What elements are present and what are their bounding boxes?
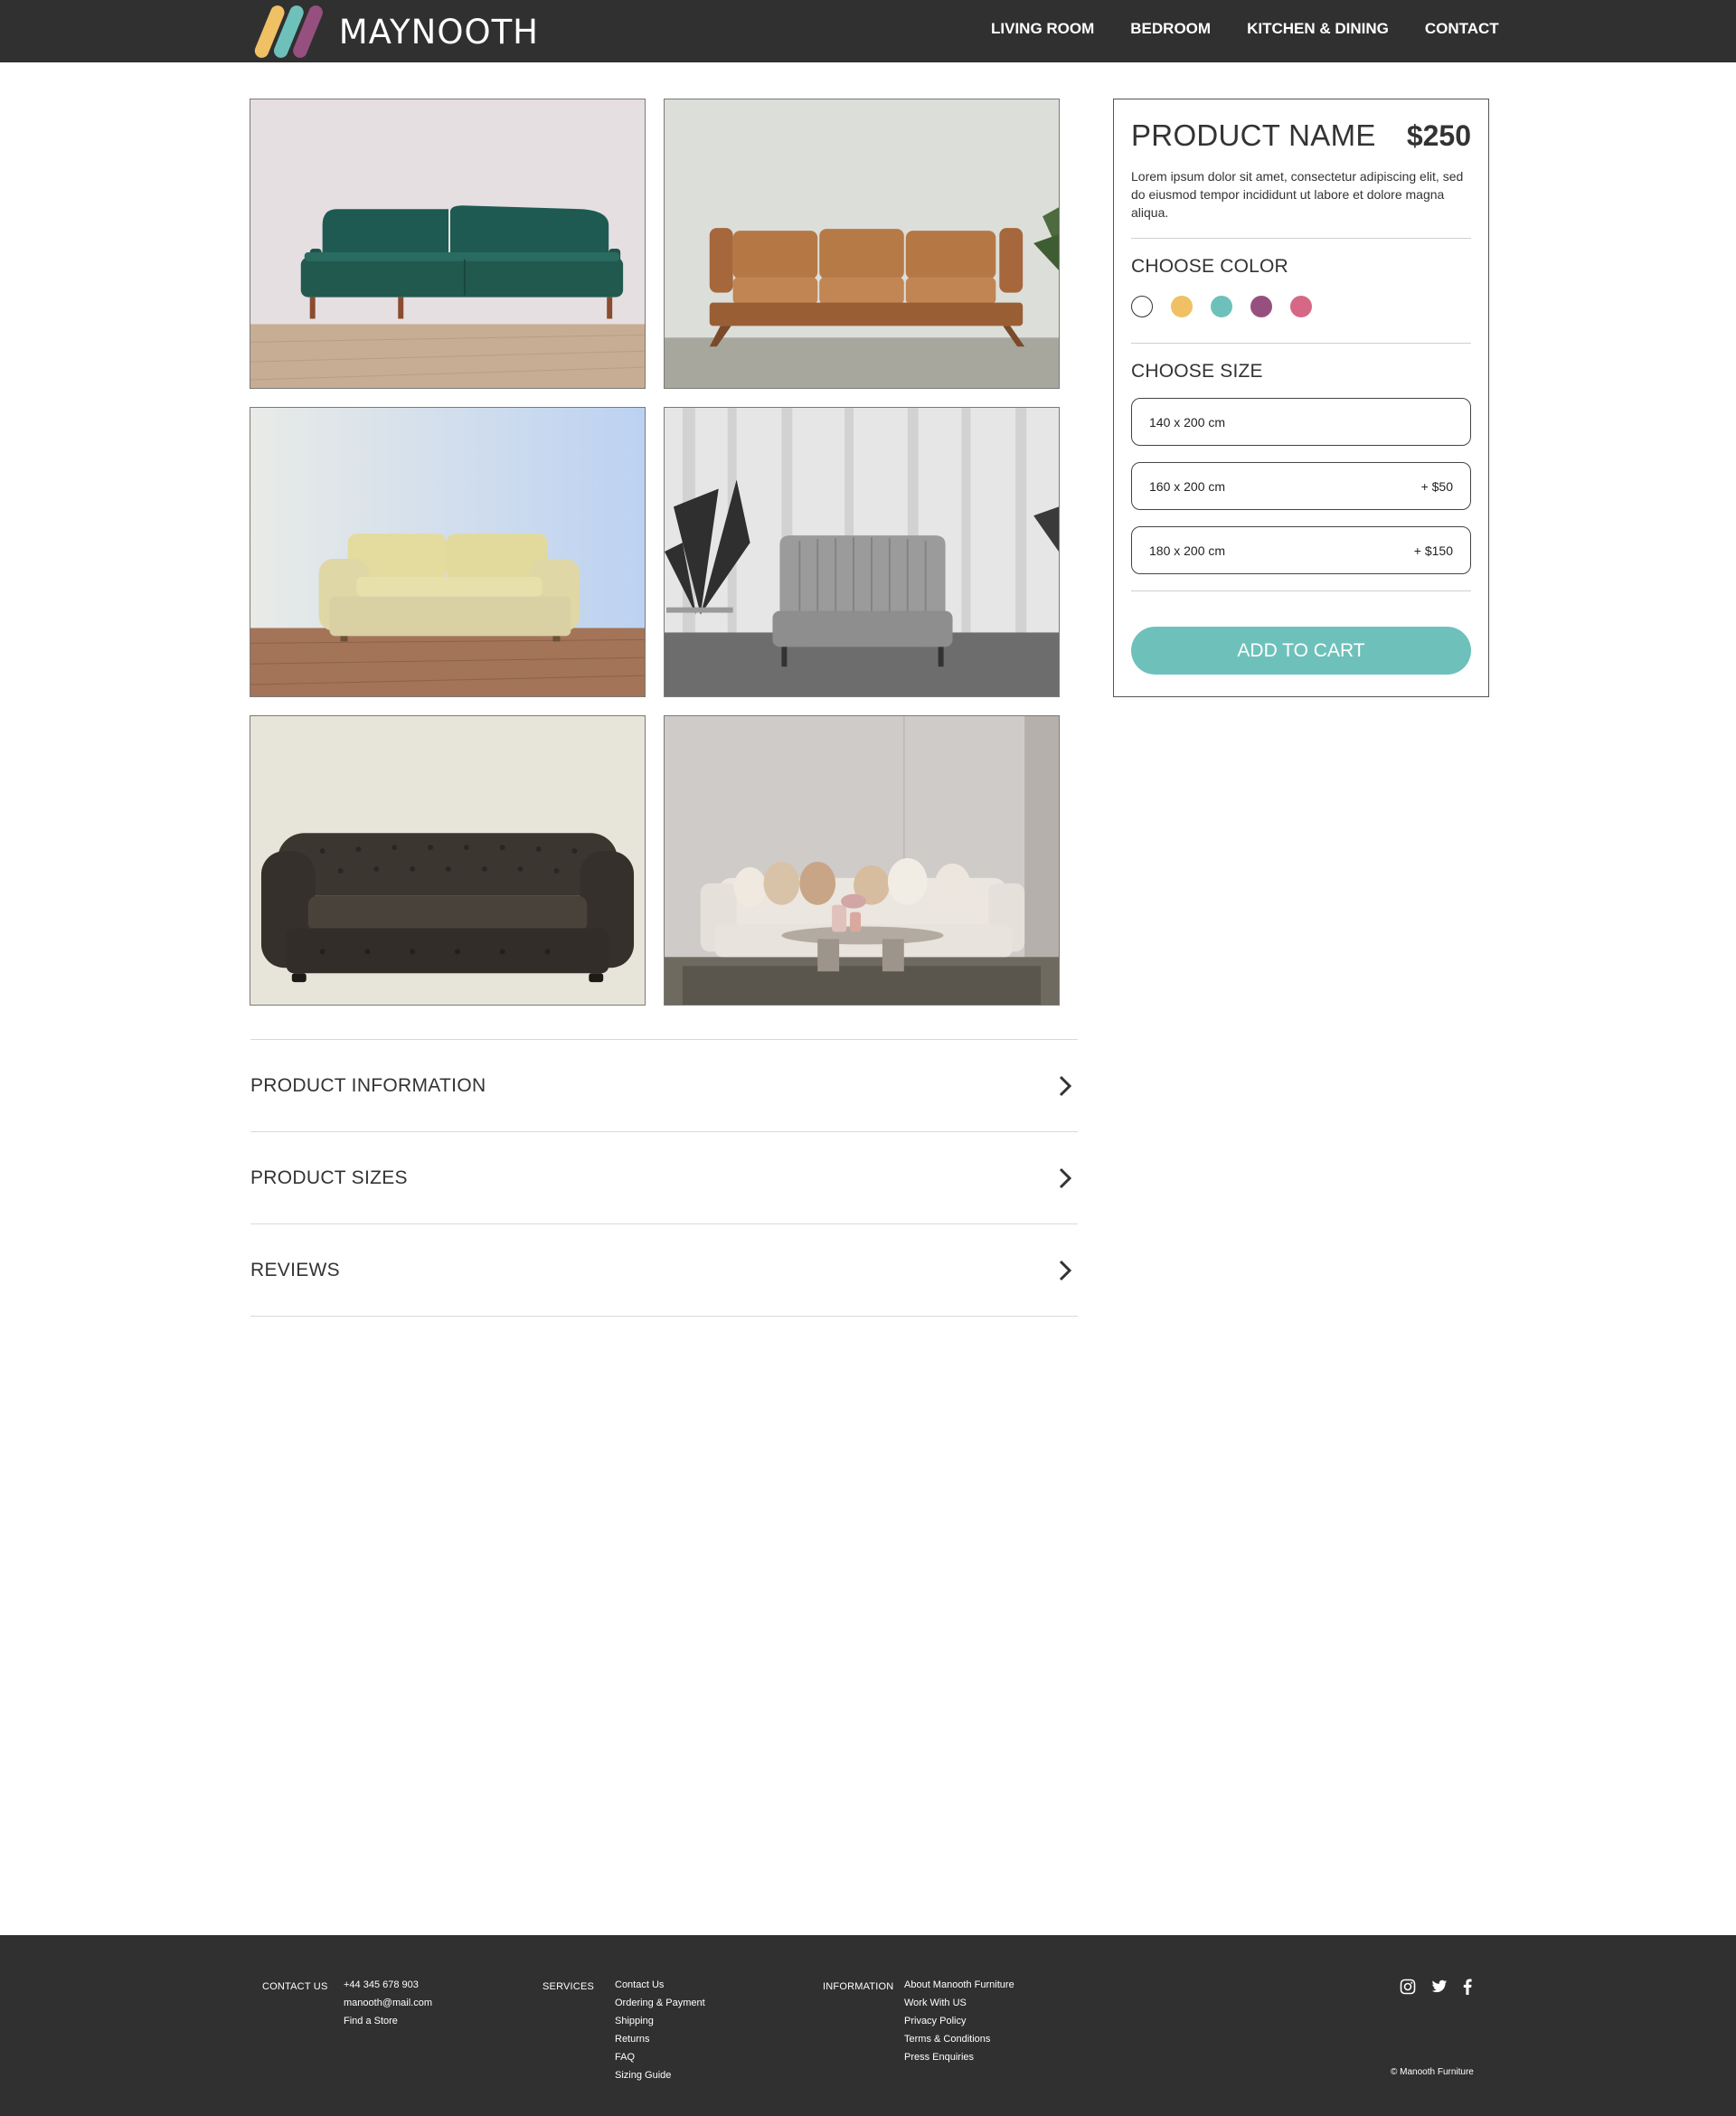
footer-link-faq[interactable]: FAQ [615, 2048, 705, 2066]
accordion-label: PRODUCT INFORMATION [250, 1074, 486, 1096]
footer-information-title: INFORMATION [823, 1981, 894, 1992]
chevron-right-icon [1059, 1167, 1072, 1188]
add-to-cart-button[interactable]: ADD TO CART [1131, 627, 1471, 675]
color-swatch-pink[interactable] [1290, 296, 1312, 317]
nav-bedroom[interactable]: BEDROOM [1130, 20, 1211, 38]
divider [1131, 343, 1471, 344]
color-swatch-purple[interactable] [1250, 296, 1272, 317]
product-panel: PRODUCT NAME $250 Lorem ipsum dolor sit … [1113, 99, 1489, 697]
copyright: © Manooth Furniture [1391, 2067, 1474, 2077]
logo[interactable]: MAYNOOTH [250, 4, 539, 60]
twitter-icon[interactable] [1431, 1979, 1448, 1998]
nav-living-room[interactable]: LIVING ROOM [991, 20, 1094, 38]
size-option-160[interactable]: 160 x 200 cm + $50 [1131, 462, 1471, 510]
footer-contact-list: +44 345 678 903 manooth@mail.com Find a … [344, 1976, 432, 2030]
choose-color-label: CHOOSE COLOR [1131, 256, 1288, 277]
logo-mark-icon [254, 5, 323, 58]
product-image-cream-sofa[interactable] [250, 407, 646, 697]
chevron-right-icon [1059, 1260, 1072, 1280]
size-option-label: 180 x 200 cm [1149, 543, 1226, 558]
logo-text: MAYNOOTH [338, 12, 539, 52]
footer-link-press[interactable]: Press Enquiries [904, 2048, 1014, 2066]
chevron-right-icon [1059, 1075, 1072, 1096]
footer-link-privacy[interactable]: Privacy Policy [904, 2012, 1014, 2030]
size-option-140[interactable]: 140 x 200 cm [1131, 398, 1471, 446]
color-swatch-yellow[interactable] [1171, 296, 1193, 317]
nav-contact[interactable]: CONTACT [1425, 20, 1499, 38]
footer-link-ordering-payment[interactable]: Ordering & Payment [615, 1994, 705, 2012]
footer-link-about[interactable]: About Manooth Furniture [904, 1976, 1014, 1994]
product-price: $250 [1406, 119, 1471, 152]
size-option-label: 140 x 200 cm [1149, 414, 1226, 430]
footer-services-list: Contact Us Ordering & Payment Shipping R… [615, 1976, 705, 2084]
footer-link-contact-us[interactable]: Contact Us [615, 1976, 705, 1994]
footer-find-store[interactable]: Find a Store [344, 2012, 432, 2030]
product-image-green-sofa[interactable] [250, 99, 646, 389]
instagram-icon[interactable] [1400, 1979, 1416, 1999]
size-option-180[interactable]: 180 x 200 cm + $150 [1131, 526, 1471, 574]
footer-link-shipping[interactable]: Shipping [615, 2012, 705, 2030]
site-header: MAYNOOTH LIVING ROOM BEDROOM KITCHEN & D… [0, 0, 1736, 62]
divider [1131, 590, 1471, 591]
size-option-label: 160 x 200 cm [1149, 478, 1226, 494]
color-swatches [1131, 296, 1471, 317]
footer-link-sizing-guide[interactable]: Sizing Guide [615, 2066, 705, 2084]
nav-kitchen-dining[interactable]: KITCHEN & DINING [1247, 20, 1389, 38]
product-name: PRODUCT NAME [1131, 118, 1376, 152]
color-swatch-teal[interactable] [1211, 296, 1232, 317]
accordion-product-sizes[interactable]: PRODUCT SIZES [250, 1132, 1078, 1224]
size-options: 140 x 200 cm 160 x 200 cm + $50 180 x 20… [1131, 398, 1471, 574]
accordion-label: REVIEWS [250, 1259, 340, 1280]
footer-information-list: About Manooth Furniture Work With US Pri… [904, 1976, 1014, 2066]
facebook-icon[interactable] [1463, 1979, 1472, 1999]
footer-link-work-with-us[interactable]: Work With US [904, 1994, 1014, 2012]
size-option-extra: + $150 [1413, 543, 1453, 558]
footer-email[interactable]: manooth@mail.com [344, 1994, 432, 2012]
main-nav: LIVING ROOM BEDROOM KITCHEN & DINING CON… [991, 20, 1499, 38]
footer-services-title: SERVICES [542, 1981, 595, 1992]
accordion-label: PRODUCT SIZES [250, 1167, 408, 1188]
color-swatch-white[interactable] [1131, 296, 1153, 317]
footer-link-terms[interactable]: Terms & Conditions [904, 2030, 1014, 2048]
choose-size-label: CHOOSE SIZE [1131, 361, 1263, 382]
product-accordion: PRODUCT INFORMATION PRODUCT SIZES REVIEW… [250, 1039, 1078, 1317]
social-links [1400, 1979, 1487, 1999]
footer-phone[interactable]: +44 345 678 903 [344, 1976, 432, 1994]
product-image-chesterfield-sofa[interactable] [250, 715, 646, 1006]
divider [1131, 238, 1471, 239]
footer-link-returns[interactable]: Returns [615, 2030, 705, 2048]
product-description: Lorem ipsum dolor sit amet, consectetur … [1131, 169, 1464, 220]
product-image-white-sofa[interactable] [664, 715, 1060, 1006]
size-option-extra: + $50 [1420, 478, 1453, 494]
product-image-grey-sofa[interactable] [664, 407, 1060, 697]
footer-contact-title: CONTACT US [262, 1981, 328, 1992]
accordion-reviews[interactable]: REVIEWS [250, 1224, 1078, 1317]
site-footer: CONTACT US +44 345 678 903 manooth@mail.… [0, 1935, 1736, 2116]
product-image-tan-sofa[interactable] [664, 99, 1060, 389]
accordion-product-information[interactable]: PRODUCT INFORMATION [250, 1040, 1078, 1132]
